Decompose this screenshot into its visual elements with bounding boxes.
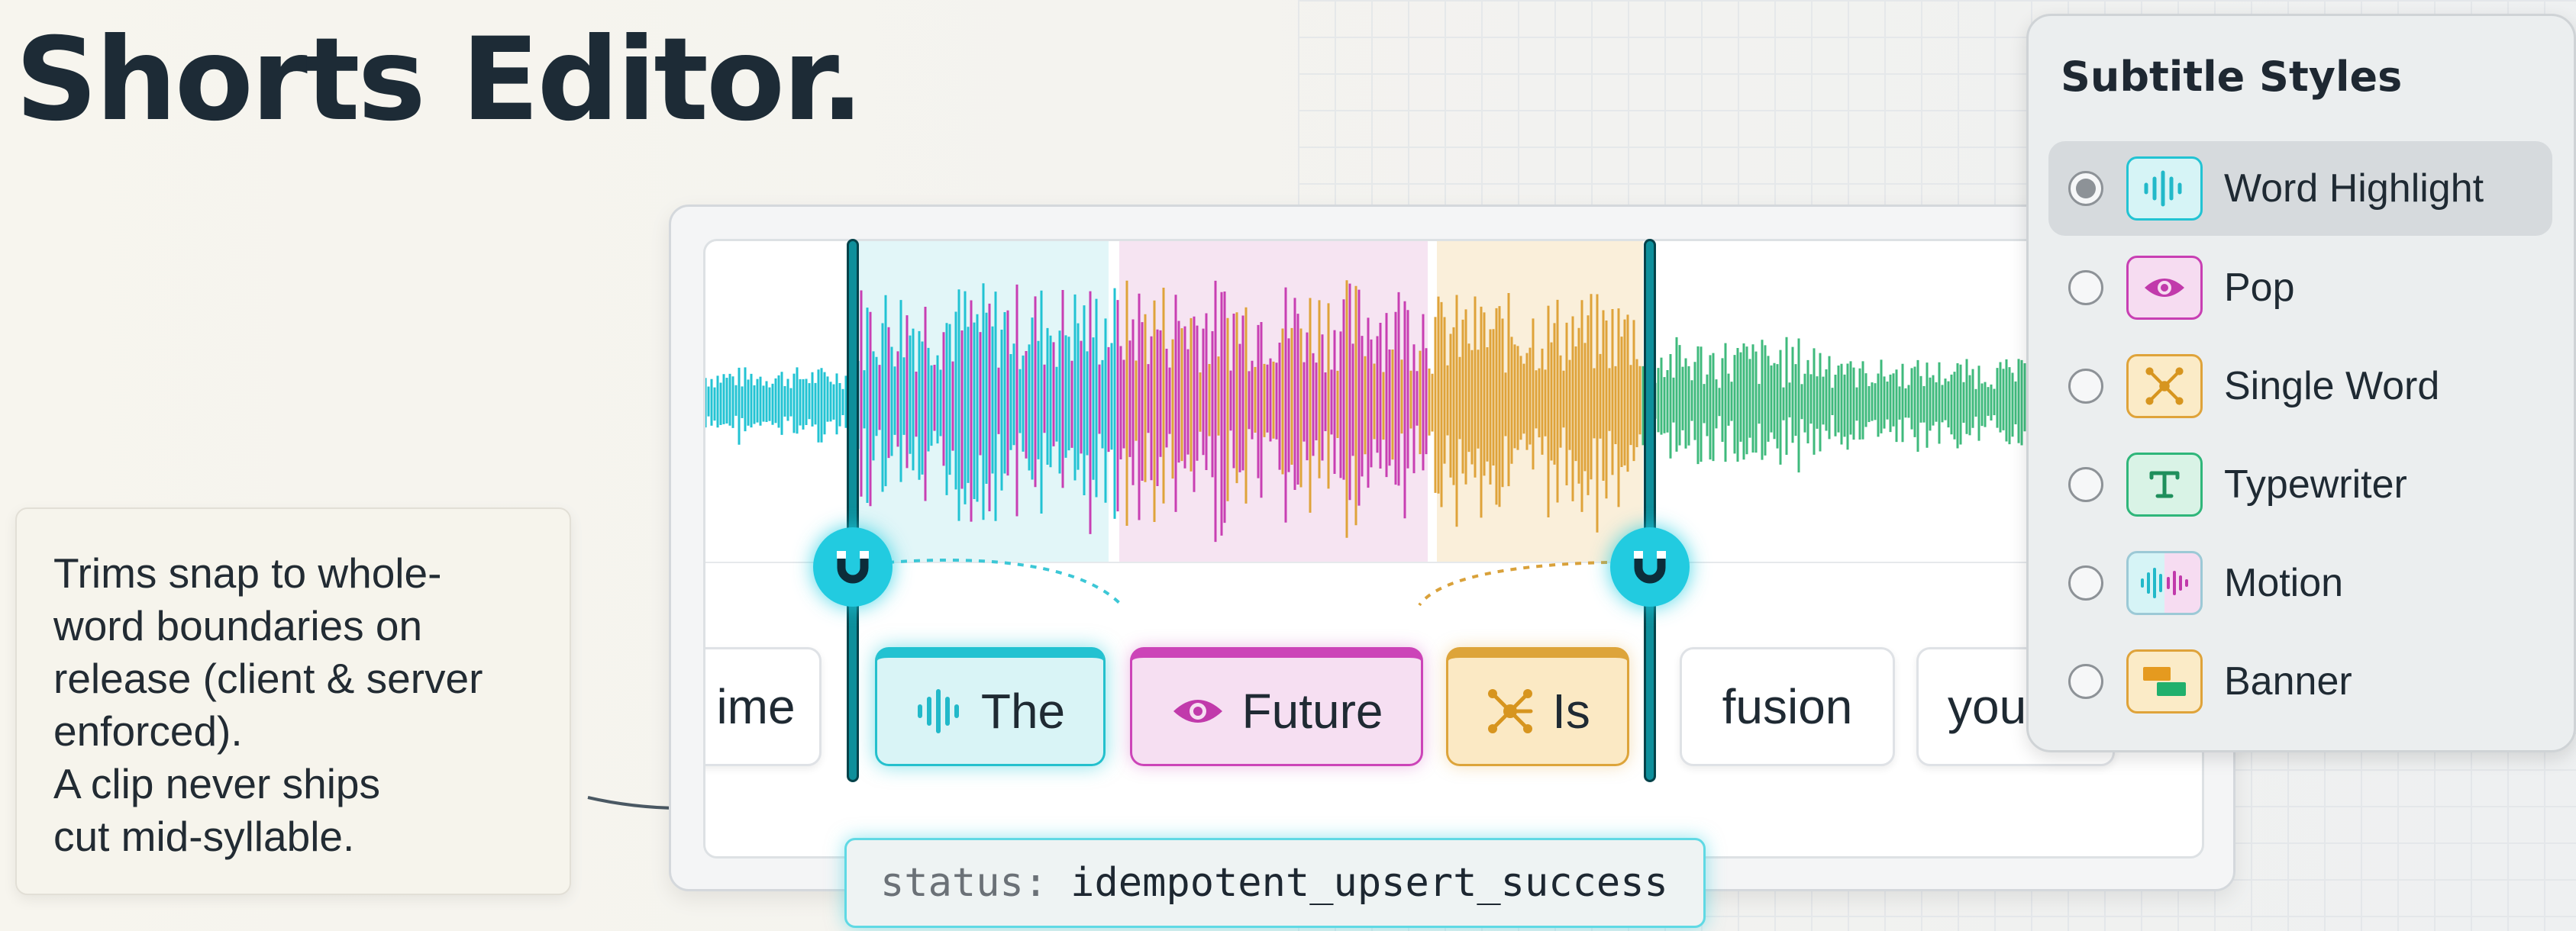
radio-button[interactable] <box>2068 369 2103 404</box>
style-option-label: Pop <box>2224 266 2295 310</box>
style-option-banner[interactable]: Banner <box>2048 634 2552 729</box>
status-key: status: <box>880 860 1048 906</box>
eye-icon <box>2126 256 2203 320</box>
style-option-label: Single Word <box>2224 364 2440 408</box>
trim-handle-right[interactable] <box>1644 239 1656 782</box>
status-badge: status: idempotent_upsert_success <box>844 838 1706 928</box>
style-option-word-highlight[interactable]: Word Highlight <box>2048 141 2552 236</box>
snap-connector-lines <box>887 559 1608 607</box>
style-option-label: Word Highlight <box>2224 166 2484 211</box>
trim-handle-right-knob[interactable] <box>1610 527 1690 607</box>
text-t-icon <box>2126 453 2203 517</box>
radio-button[interactable] <box>2068 565 2103 601</box>
waveform-icon <box>2126 156 2203 221</box>
trim-handle-left[interactable] <box>847 239 859 782</box>
callout-note-text: Trims snap to whole- word boundaries on … <box>53 549 483 860</box>
radio-button[interactable] <box>2068 270 2103 305</box>
radio-button[interactable] <box>2068 664 2103 699</box>
radio-button[interactable] <box>2068 171 2103 206</box>
editor-window: ime The Future Is fusion you <box>669 205 2235 891</box>
banner-icon <box>2126 649 2203 714</box>
magnet-icon <box>1634 551 1666 584</box>
style-option-single-word[interactable]: Single Word <box>2048 339 2552 433</box>
radio-button[interactable] <box>2068 467 2103 502</box>
trim-handle-left-knob[interactable] <box>813 527 893 607</box>
style-option-label: Banner <box>2224 659 2352 704</box>
page-title: Shorts Editor. <box>15 14 864 147</box>
burst-icon <box>2126 354 2203 418</box>
style-option-label: Typewriter <box>2224 462 2407 507</box>
magnet-icon <box>837 551 869 584</box>
motion-waveform-icon <box>2126 551 2203 615</box>
style-option-label: Motion <box>2224 561 2344 605</box>
status-value: idempotent_upsert_success <box>1070 860 1668 906</box>
subtitle-styles-panel: Subtitle Styles Word Highlight Pop Singl… <box>2026 14 2576 752</box>
style-option-motion[interactable]: Motion <box>2048 536 2552 630</box>
callout-note: Trims snap to whole- word boundaries on … <box>15 507 571 895</box>
style-option-pop[interactable]: Pop <box>2048 240 2552 335</box>
panel-title: Subtitle Styles <box>2061 53 2403 101</box>
style-option-typewriter[interactable]: Typewriter <box>2048 437 2552 532</box>
